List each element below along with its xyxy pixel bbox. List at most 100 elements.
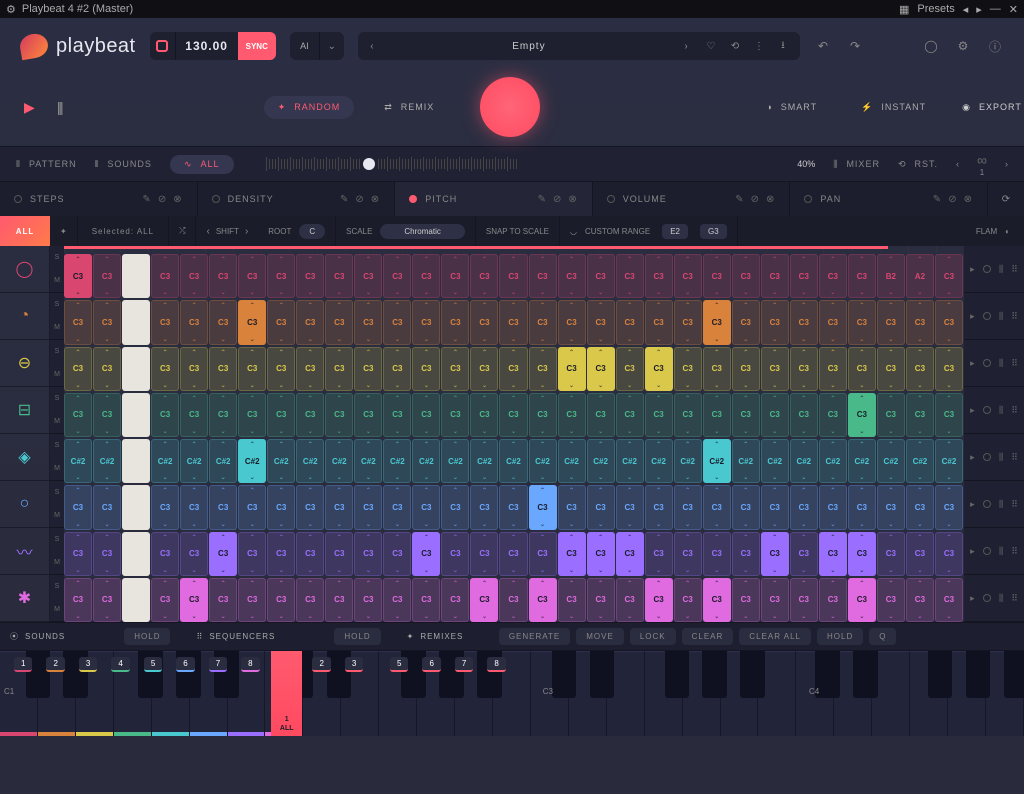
step-cell[interactable]: ⌃C3⌄ xyxy=(819,347,847,391)
step-cell[interactable]: ⌃C3⌄ xyxy=(93,300,121,344)
q-button[interactable]: Q xyxy=(869,628,896,645)
key-slot-label[interactable]: 3 xyxy=(79,657,97,672)
step-cell[interactable]: ⌃C3⌄ xyxy=(906,578,934,622)
step-cell[interactable]: ⌃C3⌄ xyxy=(267,254,295,298)
step-cell[interactable]: ⌃C3⌄ xyxy=(819,254,847,298)
step-cell[interactable]: ⌃C3⌄ xyxy=(732,300,760,344)
step-cell[interactable]: ⌃C3⌄ xyxy=(935,578,963,622)
step-cell[interactable] xyxy=(122,393,150,437)
step-cell[interactable]: ⌃C3⌄ xyxy=(296,300,324,344)
step-cell[interactable]: ⌃C3⌄ xyxy=(180,532,208,576)
track-dot[interactable] xyxy=(983,547,991,555)
step-cell[interactable]: ⌃C3⌄ xyxy=(819,532,847,576)
solo-button[interactable]: S xyxy=(55,387,60,410)
step-cell[interactable]: ⌃C3⌄ xyxy=(354,300,382,344)
step-cell[interactable]: ⌃C3⌄ xyxy=(64,393,92,437)
pitch-tab[interactable]: PITCH✎⊘⊗ xyxy=(395,182,593,216)
preset-next-button[interactable]: › xyxy=(672,41,700,52)
step-cell[interactable]: ⌃C3⌄ xyxy=(499,347,527,391)
step-cell[interactable]: ⌃C#2⌄ xyxy=(383,439,411,483)
track-play-icon[interactable]: ▸ xyxy=(970,546,975,557)
step-cell[interactable]: ⌃C3⌄ xyxy=(587,254,615,298)
step-cell[interactable]: ⌃C3⌄ xyxy=(732,254,760,298)
step-cell[interactable]: ⌃C3⌄ xyxy=(354,254,382,298)
mute-button[interactable]: M xyxy=(54,457,60,480)
step-cell[interactable]: ⌃C3⌄ xyxy=(151,578,179,622)
step-cell[interactable]: ⌃C3⌄ xyxy=(238,347,266,391)
main-dial[interactable] xyxy=(480,77,540,137)
step-cell[interactable]: ⌃C#2⌄ xyxy=(790,439,818,483)
step-cell[interactable]: ⌃C3⌄ xyxy=(238,578,266,622)
step-cell[interactable]: ⌃C3⌄ xyxy=(238,485,266,529)
step-cell[interactable]: ⌃C3⌄ xyxy=(616,347,644,391)
step-cell[interactable]: ⌃C3⌄ xyxy=(499,578,527,622)
tool-icon[interactable]: ✦ xyxy=(50,216,78,246)
step-cell[interactable]: ⌃C3⌄ xyxy=(209,300,237,344)
black-key[interactable] xyxy=(853,651,878,698)
step-cell[interactable]: ⌃C3⌄ xyxy=(616,393,644,437)
presets-label[interactable]: Presets xyxy=(917,3,954,15)
step-cell[interactable]: ⌃C#2⌄ xyxy=(761,439,789,483)
key-slot-label[interactable]: 2 xyxy=(46,657,64,672)
instant-button[interactable]: ⚡INSTANT xyxy=(847,96,940,119)
solo-button[interactable]: S xyxy=(55,340,60,363)
step-cell[interactable]: ⌃C3⌄ xyxy=(790,485,818,529)
scale-select[interactable]: Chromatic xyxy=(380,224,464,239)
step-cell[interactable]: ⌃C3⌄ xyxy=(93,347,121,391)
export-button[interactable]: ◉EXPORT xyxy=(962,102,1022,113)
step-cell[interactable]: ⌃C3⌄ xyxy=(703,300,731,344)
step-cell[interactable]: ⌃C3⌄ xyxy=(209,254,237,298)
step-cell[interactable]: ⌃C3⌄ xyxy=(151,347,179,391)
key-slot-label[interactable]: 8 xyxy=(241,657,259,672)
step-cell[interactable]: ⌃C3⌄ xyxy=(529,254,557,298)
step-cell[interactable]: ⌃C3⌄ xyxy=(848,393,876,437)
mute-button[interactable]: M xyxy=(54,410,60,433)
flam-control[interactable]: FLAM◐ xyxy=(962,227,1024,236)
step-cell[interactable]: ⌃C3⌄ xyxy=(64,300,92,344)
shift-right-button[interactable]: › xyxy=(245,226,248,237)
step-cell[interactable]: ⌃C3⌄ xyxy=(848,254,876,298)
track-sliders-icon[interactable]: ⫼ xyxy=(999,499,1003,510)
bars-icon[interactable]: ||| xyxy=(57,99,62,115)
step-cell[interactable]: ⌃C3⌄ xyxy=(383,578,411,622)
step-cell[interactable]: ⌃C3⌄ xyxy=(877,485,905,529)
white-key[interactable] xyxy=(872,651,910,736)
step-cell[interactable]: ⌃C3⌄ xyxy=(674,254,702,298)
step-cell[interactable]: ⌃C3⌄ xyxy=(470,254,498,298)
key-slot-label[interactable]: 4 xyxy=(111,657,129,672)
step-cell[interactable]: ⌃C3⌄ xyxy=(848,532,876,576)
track-sliders-icon[interactable]: ⫼ xyxy=(999,264,1003,275)
step-cell[interactable]: ⌃C3⌄ xyxy=(877,300,905,344)
step-cell[interactable]: ⌃C3⌄ xyxy=(703,347,731,391)
step-cell[interactable]: ⌃C3⌄ xyxy=(441,300,469,344)
mute-button[interactable]: M xyxy=(54,269,60,292)
step-cell[interactable]: ⌃C3⌄ xyxy=(354,347,382,391)
close-icon[interactable]: ✕ xyxy=(1009,3,1018,16)
edit-icon[interactable]: ✎ xyxy=(340,194,349,205)
step-cell[interactable]: ⌃C3⌄ xyxy=(93,393,121,437)
step-cell[interactable]: ⌃C3⌄ xyxy=(441,532,469,576)
black-key[interactable] xyxy=(966,651,991,698)
key-slot-label[interactable]: 1 xyxy=(14,657,32,672)
step-cell[interactable]: ⌃C#2⌄ xyxy=(354,439,382,483)
step-cell[interactable]: ⌃C3⌄ xyxy=(877,393,905,437)
key-slot-label[interactable]: 6 xyxy=(176,657,194,672)
all-tracks-button[interactable]: ALL xyxy=(0,216,50,246)
step-cell[interactable]: ⌃C3⌄ xyxy=(296,578,324,622)
step-cell[interactable]: ⌃C#2⌄ xyxy=(93,439,121,483)
step-cell[interactable]: ⌃C3⌄ xyxy=(935,300,963,344)
step-cell[interactable] xyxy=(122,532,150,576)
step-cell[interactable]: ⌃C3⌄ xyxy=(558,578,586,622)
sync-button[interactable]: SYNC xyxy=(238,32,276,60)
redo-icon[interactable]: ↷ xyxy=(846,37,864,55)
edit-icon[interactable]: ✎ xyxy=(142,194,151,205)
step-cell[interactable]: ⌃C3⌄ xyxy=(470,578,498,622)
infinity-icon[interactable]: ∞ xyxy=(977,152,987,168)
step-cell[interactable]: ⌃C3⌄ xyxy=(383,300,411,344)
preset-prev-button[interactable]: ‹ xyxy=(358,41,386,52)
preset-next-icon[interactable]: ▸ xyxy=(976,3,982,16)
root-note[interactable]: C xyxy=(299,224,325,239)
step-cell[interactable]: ⌃C3⌄ xyxy=(616,300,644,344)
track-more-icon[interactable]: ⠿ xyxy=(1011,499,1018,510)
black-key[interactable] xyxy=(740,651,765,698)
